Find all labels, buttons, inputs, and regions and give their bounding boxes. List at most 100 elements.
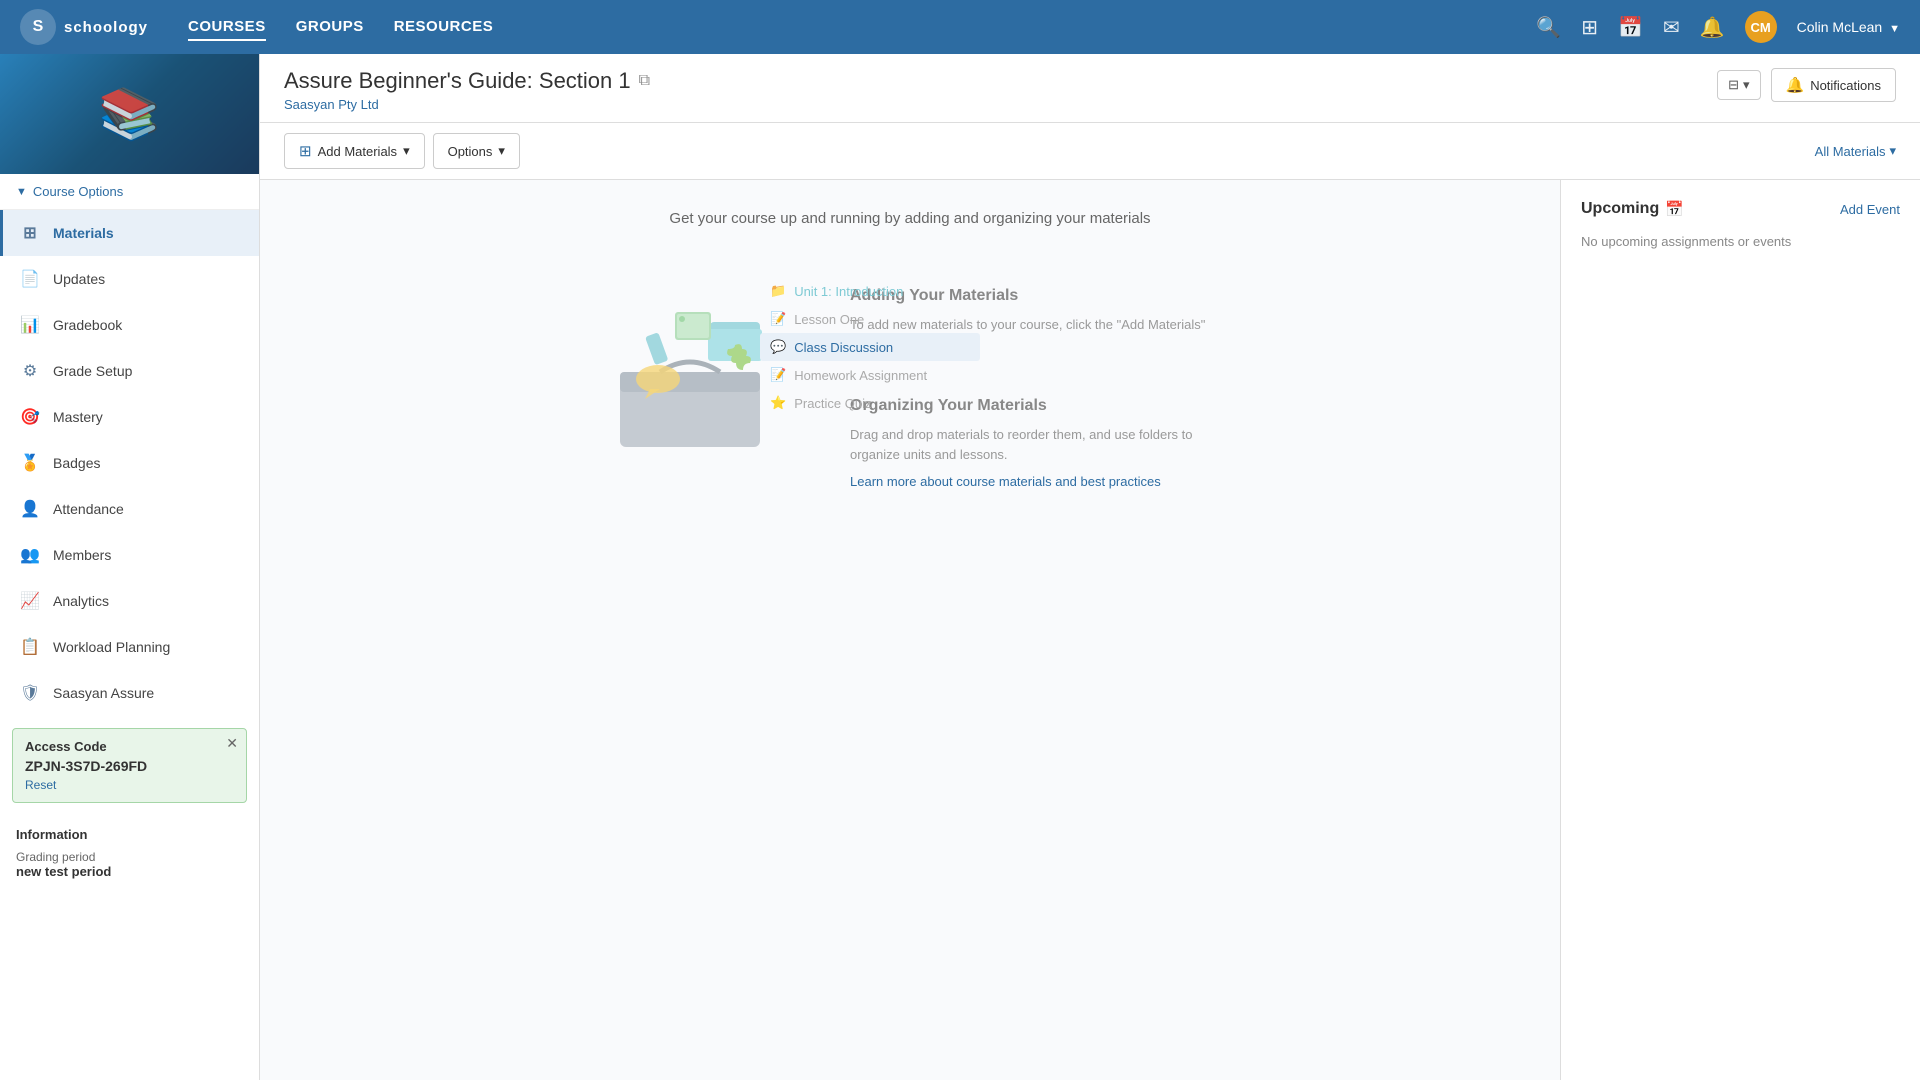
upcoming-calendar-icon[interactable]: 📅 [1665,200,1684,218]
gradebook-icon: 📊 [19,314,41,336]
homework-icon: 📝 [770,367,786,383]
sidebar-item-workload-planning[interactable]: 📋 Workload Planning [0,624,259,670]
sample-lesson-1: 📝 Lesson One [760,305,980,333]
mastery-icon: 🎯 [19,406,41,428]
sidebar-item-workload-label: Workload Planning [53,639,170,655]
sidebar-item-members-label: Members [53,547,111,563]
user-name[interactable]: Colin McLean ▼ [1797,19,1900,35]
access-code-box: ✕ Access Code ZPJN-3S7D-269FD Reset [12,728,247,803]
notifications-button[interactable]: 🔔 Notifications [1771,68,1897,102]
sidebar-item-members[interactable]: 👥 Members [0,532,259,578]
sample-quiz: ⭐ Practice Quiz [760,389,980,417]
options-button[interactable]: Options ▾ [433,133,520,169]
materials-area: Get your course up and running by adding… [260,180,1560,1080]
notifications-bell-icon: 🔔 [1786,76,1805,94]
logo-icon: S [20,9,56,45]
content-toolbar: ⊞ Add Materials ▾ Options ▾ All Material… [260,123,1920,180]
search-icon[interactable]: 🔍 [1536,15,1561,40]
upcoming-title: Upcoming 📅 [1581,200,1684,218]
sidebar-item-gradebook-label: Gradebook [53,317,122,333]
sample-items-list: 📁 Unit 1: Introduction 📝 Lesson One 💬 Cl… [760,277,980,417]
information-section: Information Grading period new test peri… [0,815,259,891]
all-materials-button[interactable]: All Materials ▾ [1815,143,1896,159]
grade-setup-icon: ⚙ [19,360,41,382]
add-materials-button[interactable]: ⊞ Add Materials ▾ [284,133,425,169]
access-code-value: ZPJN-3S7D-269FD [25,758,234,774]
materials-icon: ⊞ [19,222,41,244]
nav-resources[interactable]: RESOURCES [394,14,494,41]
content-area: Assure Beginner's Guide: Section 1 ⧉ Saa… [260,54,1920,1080]
course-image [0,54,259,174]
right-panel: Upcoming 📅 Add Event No upcoming assignm… [1560,180,1920,1080]
apps-icon[interactable]: ⊞ [1581,15,1598,40]
sidebar-item-attendance[interactable]: 👤 Attendance [0,486,259,532]
upcoming-header: Upcoming 📅 Add Event [1581,200,1900,218]
top-navigation: S schoology COURSES GROUPS RESOURCES 🔍 ⊞… [0,0,1920,54]
sample-unit-1: 📁 Unit 1: Introduction [760,277,980,305]
page-title: Assure Beginner's Guide: Section 1 ⧉ [284,68,650,94]
empty-state-text: Get your course up and running by adding… [290,210,1530,227]
view-toggle-button[interactable]: ⊟ ▾ [1717,70,1760,100]
updates-icon: 📄 [19,268,41,290]
sidebar-item-mastery[interactable]: 🎯 Mastery [0,394,259,440]
sidebar-item-updates[interactable]: 📄 Updates [0,256,259,302]
nav-groups[interactable]: GROUPS [296,14,364,41]
sidebar-item-gradebook[interactable]: 📊 Gradebook [0,302,259,348]
sidebar-item-analytics[interactable]: 📈 Analytics [0,578,259,624]
sidebar-item-grade-setup-label: Grade Setup [53,363,132,379]
learn-more-link[interactable]: Learn more about course materials and be… [850,474,1230,489]
mail-icon[interactable]: ✉ [1663,15,1680,40]
nav-courses[interactable]: COURSES [188,14,266,41]
sidebar-item-assure-label: Saasyan Assure [53,685,154,701]
sidebar-item-attendance-label: Attendance [53,501,124,517]
add-materials-icon: ⊞ [299,142,312,160]
sidebar-item-badges[interactable]: 🏅 Badges [0,440,259,486]
page-title-icon: ⧉ [639,72,650,90]
course-options[interactable]: ▼ Course Options [0,174,259,210]
sidebar-item-updates-label: Updates [53,271,105,287]
access-code-title: Access Code [25,739,234,754]
assure-icon: 🛡 [19,682,41,704]
workload-icon: 📋 [19,636,41,658]
logo[interactable]: S schoology [20,9,148,45]
grading-period-value: new test period [16,864,243,879]
sidebar-item-mastery-label: Mastery [53,409,103,425]
sidebar-item-badges-label: Badges [53,455,100,471]
header-right: ⊟ ▾ 🔔 Notifications [1717,68,1896,102]
options-caret: ▾ [498,143,505,159]
view-toggle-icon: ⊟ [1728,77,1739,93]
page-subtitle[interactable]: Saasyan Pty Ltd [284,97,650,112]
access-code-reset-link[interactable]: Reset [25,778,234,792]
badges-icon: 🏅 [19,452,41,474]
caret-down-icon: ▼ [16,186,27,198]
sidebar-item-materials[interactable]: ⊞ Materials [0,210,259,256]
access-code-close-button[interactable]: ✕ [226,735,238,752]
lesson-icon: 📝 [770,311,786,327]
add-event-button[interactable]: Add Event [1840,202,1900,217]
header-left: Assure Beginner's Guide: Section 1 ⧉ Saa… [284,68,650,112]
sidebar-item-materials-label: Materials [53,225,114,241]
sidebar-item-analytics-label: Analytics [53,593,109,609]
add-materials-caret: ▾ [403,143,410,159]
bell-icon[interactable]: 🔔 [1700,15,1725,40]
no-upcoming-text: No upcoming assignments or events [1581,234,1900,249]
nav-right: 🔍 ⊞ 📅 ✉ 🔔 CM Colin McLean ▼ [1536,11,1900,43]
folder-icon: 📁 [770,283,786,299]
quiz-icon: ⭐ [770,395,786,411]
sidebar-item-grade-setup[interactable]: ⚙ Grade Setup [0,348,259,394]
calendar-icon[interactable]: 📅 [1618,15,1643,40]
content-header: Assure Beginner's Guide: Section 1 ⧉ Saa… [260,54,1920,123]
organizing-materials-text: Drag and drop materials to reorder them,… [850,425,1230,467]
sidebar-item-saasyan-assure[interactable]: 🛡 Saasyan Assure [0,670,259,716]
user-avatar: CM [1745,11,1777,43]
information-title: Information [16,827,243,842]
sample-discussion: 💬 Class Discussion [760,333,980,361]
nav-links: COURSES GROUPS RESOURCES [188,14,493,41]
attendance-icon: 👤 [19,498,41,520]
grading-period-label: Grading period [16,850,243,864]
members-icon: 👥 [19,544,41,566]
course-options-label: Course Options [33,184,123,199]
all-materials-caret: ▾ [1889,143,1896,159]
analytics-icon: 📈 [19,590,41,612]
illustration-section: 📁 Unit 1: Introduction 📝 Lesson One 💬 Cl… [590,267,790,460]
